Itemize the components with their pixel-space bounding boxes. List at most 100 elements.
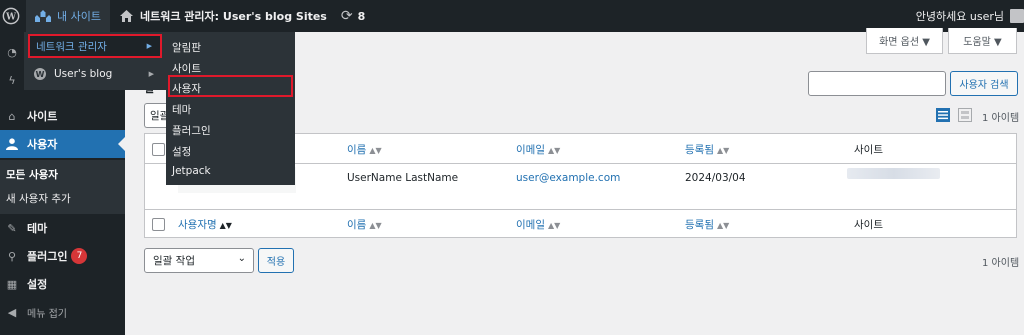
- sites-icon: ⌂: [8, 109, 16, 123]
- submenu-arrow-icon: ▶: [148, 70, 154, 78]
- plugins-update-badge: 7: [71, 248, 88, 264]
- collapse-label: 메뉴 접기: [27, 308, 67, 320]
- submenu-arrow-icon: ▶: [146, 42, 152, 50]
- column-header-label: 이름: [347, 144, 367, 156]
- home-icon: [119, 10, 133, 22]
- users-submenu: 모든 사용자 새 사용자 추가: [0, 160, 125, 214]
- plugins-icon: ⚲: [7, 249, 17, 263]
- column-header-registered[interactable]: 등록됨 ▲▼: [685, 142, 729, 157]
- svg-text:W: W: [5, 13, 17, 23]
- help-label: 도움말 ▼: [963, 37, 1002, 48]
- column-footer-name[interactable]: 이름 ▲▼: [347, 217, 382, 232]
- column-header-label: 등록됨: [685, 144, 714, 156]
- menu-network-admin[interactable]: 네트워크 관리자 ▶: [28, 34, 162, 58]
- column-header-label: 등록됨: [685, 219, 714, 231]
- column-header-label: 이메일: [516, 219, 545, 231]
- menu-dashboard[interactable]: 알림판: [172, 40, 201, 55]
- list-view-icon[interactable]: [936, 108, 950, 122]
- sidebar-item-label: 테마: [27, 222, 48, 235]
- chevron-down-icon: ⌄: [237, 253, 246, 264]
- collapse-menu-button[interactable]: ◀ 메뉴 접기: [0, 298, 125, 326]
- sidebar-item-label: 사용자: [27, 138, 58, 151]
- search-users-label: 사용자 검색: [959, 80, 1009, 91]
- sidebar-item-plugins[interactable]: ⚲ 플러그인 7: [0, 242, 125, 270]
- site-name-link[interactable]: 네트워크 관리자: User's blog Sites: [110, 0, 334, 32]
- menu-users-blog[interactable]: W User's blog ▶: [28, 62, 162, 86]
- updates-count: 8: [357, 9, 366, 23]
- network-sites-icon: [35, 10, 51, 22]
- column-header-label: 이름: [347, 219, 367, 231]
- user-registered-date: 2024/03/04: [685, 172, 746, 184]
- column-header-name[interactable]: 이름 ▲▼: [347, 142, 382, 157]
- sort-icon: ▲▼: [369, 221, 382, 230]
- submenu-all-users[interactable]: 모든 사용자: [6, 167, 58, 182]
- avatar: [1010, 9, 1024, 23]
- column-footer-username[interactable]: 사용자명 ▲▼: [178, 217, 232, 232]
- item-count-bottom: 1 아이템: [982, 258, 1020, 269]
- submenu-add-user[interactable]: 새 사용자 추가: [6, 191, 71, 206]
- column-footer-sites: 사이트: [854, 219, 883, 231]
- sort-icon: ▲▼: [547, 221, 561, 230]
- sidebar-item-label: 설정: [27, 278, 48, 291]
- sort-icon: ▲▼: [219, 221, 232, 230]
- users-icon: [5, 137, 19, 151]
- my-sites-button[interactable]: 내 사이트: [26, 0, 110, 32]
- select-all-checkbox[interactable]: [152, 143, 165, 156]
- menu-users-highlight: [168, 75, 293, 97]
- apply-button[interactable]: 적용: [258, 248, 294, 273]
- wordpress-icon: W: [2, 7, 20, 25]
- greeting-text: 안녕하세요 user님: [915, 10, 1004, 23]
- user-full-name: UserName LastName: [347, 172, 459, 184]
- column-header-sites: 사이트: [854, 144, 883, 156]
- updates-icon: ⟳: [340, 8, 353, 24]
- sort-icon: ▲▼: [369, 146, 382, 155]
- menu-settings[interactable]: 설정: [172, 144, 191, 159]
- apply-label: 적용: [266, 257, 286, 268]
- excerpt-view-icon[interactable]: [958, 108, 972, 122]
- sidebar-item-label: 사이트: [27, 110, 58, 123]
- current-menu-arrow: [118, 137, 125, 151]
- sort-icon: ▲▼: [716, 221, 730, 230]
- network-admin-submenu: 알림판 사이트 사용자 테마 플러그인 설정 Jetpack: [166, 32, 295, 185]
- bulk-action-select[interactable]: 일괄 작업 ⌄: [144, 248, 254, 273]
- menu-users-blog-label: User's blog: [54, 68, 113, 80]
- site-name-label: 네트워크 관리자: User's blog Sites: [139, 10, 327, 23]
- settings-icon: ▦: [6, 277, 18, 291]
- screen-options-label: 화면 옵션 ▼: [879, 37, 930, 48]
- menu-plugins[interactable]: 플러그인: [172, 123, 211, 138]
- menu-network-admin-label: 네트워크 관리자: [36, 40, 107, 53]
- sort-icon: ▲▼: [716, 146, 730, 155]
- user-email-link[interactable]: user@example.com: [516, 172, 620, 184]
- help-button[interactable]: 도움말 ▼: [948, 28, 1017, 54]
- menu-sites[interactable]: 사이트: [172, 61, 201, 76]
- sidebar-item-users[interactable]: 사용자: [0, 130, 125, 158]
- column-header-label: 이메일: [516, 144, 545, 156]
- sidebar-item-themes[interactable]: ✎ 테마: [0, 214, 125, 242]
- wordpress-icon: W: [34, 68, 46, 80]
- dashboard-icon: ◔: [7, 45, 17, 59]
- updates-link[interactable]: ⟳ 8: [334, 0, 372, 32]
- themes-brush-icon: ✎: [7, 221, 17, 235]
- footer-divider: [145, 209, 1016, 210]
- jetpack-icon: ϟ: [8, 73, 16, 87]
- item-count-top: 1 아이템: [982, 113, 1020, 124]
- my-sites-dropdown: 네트워크 관리자 ▶ W User's blog ▶: [24, 32, 166, 90]
- menu-jetpack[interactable]: Jetpack: [172, 165, 211, 177]
- wordpress-logo-button[interactable]: W: [0, 0, 26, 32]
- sidebar-item-sites[interactable]: ⌂ 사이트: [0, 102, 125, 130]
- my-sites-label: 내 사이트: [57, 10, 101, 23]
- sort-icon: ▲▼: [547, 146, 561, 155]
- search-input[interactable]: [808, 71, 946, 96]
- sidebar-item-label: 플러그인: [27, 250, 68, 263]
- sidebar-item-settings[interactable]: ▦ 설정: [0, 270, 125, 298]
- menu-themes[interactable]: 테마: [172, 102, 191, 117]
- column-footer-registered[interactable]: 등록됨 ▲▼: [685, 217, 729, 232]
- select-all-checkbox-footer[interactable]: [152, 218, 165, 231]
- collapse-icon: ◀: [7, 305, 17, 319]
- screen-options-button[interactable]: 화면 옵션 ▼: [866, 28, 943, 54]
- user-sites-blurred: [847, 168, 940, 179]
- search-users-button[interactable]: 사용자 검색: [950, 71, 1018, 96]
- column-footer-email[interactable]: 이메일 ▲▼: [516, 217, 560, 232]
- column-header-email[interactable]: 이메일 ▲▼: [516, 142, 560, 157]
- column-header-label: 사용자명: [178, 219, 217, 231]
